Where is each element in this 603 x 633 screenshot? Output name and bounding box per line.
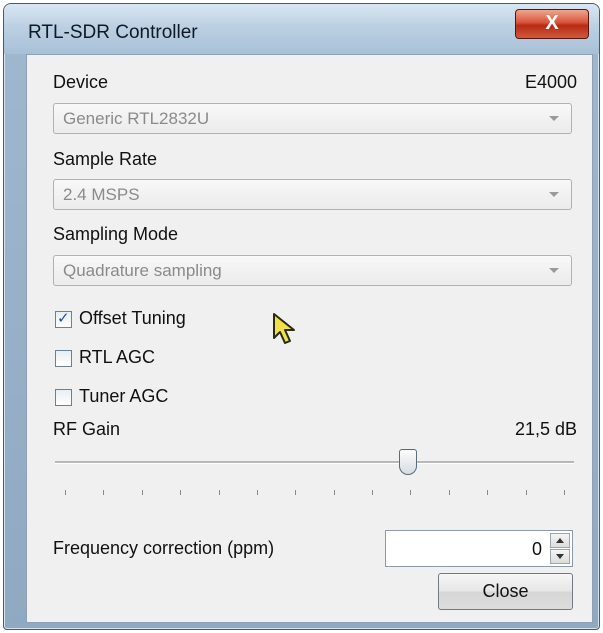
slider-tick: [103, 490, 105, 495]
slider-tick: [525, 490, 527, 495]
spin-down-button[interactable]: [550, 549, 570, 564]
device-dropdown-value: Generic RTL2832U: [63, 109, 210, 128]
slider-tick: [487, 490, 489, 495]
rtl-agc-label[interactable]: RTL AGC: [79, 347, 155, 368]
spin-up-button[interactable]: [550, 533, 570, 548]
slider-tick: [218, 490, 220, 495]
slider-tick: [564, 490, 565, 495]
slider-tick: [410, 490, 412, 495]
rf-gain-value: 21,5 dB: [514, 419, 577, 439]
slider-tick: [372, 490, 374, 495]
device-dropdown[interactable]: Generic RTL2832U: [53, 103, 572, 134]
slider-tick: [256, 490, 258, 495]
slider-tick: [141, 490, 143, 495]
tuner-agc-checkbox[interactable]: [55, 389, 72, 406]
slider-track[interactable]: [55, 461, 574, 464]
close-button[interactable]: Close: [438, 573, 573, 610]
frequency-correction-input[interactable]: 0: [385, 530, 573, 567]
device-label: Device: [53, 72, 109, 92]
slider-thumb[interactable]: [398, 449, 417, 475]
slider-tick: [295, 490, 297, 495]
arrow-down-icon: [556, 554, 564, 559]
offset-tuning-label[interactable]: Offset Tuning: [79, 308, 186, 329]
frequency-correction-value: 0: [531, 539, 542, 559]
rtl-sdr-controller-window: RTL-SDR Controller X Device E4000 Generi…: [3, 3, 600, 630]
window-title: RTL-SDR Controller: [28, 22, 198, 43]
frequency-correction-label: Frequency correction (ppm): [53, 538, 275, 558]
chevron-down-icon: [549, 268, 559, 273]
window-close-button[interactable]: X: [515, 9, 589, 39]
sample-rate-dropdown-value: 2.4 MSPS: [63, 185, 140, 204]
spin-buttons: [550, 533, 570, 564]
close-icon: X: [545, 12, 559, 34]
offset-tuning-checkbox[interactable]: ✓: [55, 310, 72, 328]
tuner-agc-label[interactable]: Tuner AGC: [79, 386, 168, 407]
chevron-down-icon: [549, 116, 559, 121]
sampling-mode-dropdown-value: Quadrature sampling: [63, 261, 222, 280]
mouse-cursor-icon: [273, 313, 295, 344]
slider-tick: [448, 490, 450, 495]
dialog-content: Device E4000 Generic RTL2832U Sample Rat…: [26, 54, 593, 623]
sample-rate-label: Sample Rate: [53, 149, 158, 169]
sampling-mode-dropdown[interactable]: Quadrature sampling: [53, 255, 572, 286]
tuner-type: E4000: [524, 72, 577, 92]
slider-tick: [65, 490, 66, 495]
checkmark-icon: ✓: [57, 310, 70, 327]
rf-gain-label: RF Gain: [53, 419, 121, 439]
sampling-mode-label: Sampling Mode: [53, 224, 179, 244]
sample-rate-dropdown[interactable]: 2.4 MSPS: [53, 179, 572, 210]
slider-tick: [333, 490, 335, 495]
chevron-down-icon: [549, 192, 559, 197]
slider-tick: [180, 490, 182, 495]
title-bar[interactable]: RTL-SDR Controller X: [4, 4, 599, 54]
arrow-up-icon: [556, 538, 564, 543]
rtl-agc-checkbox[interactable]: [55, 350, 72, 367]
